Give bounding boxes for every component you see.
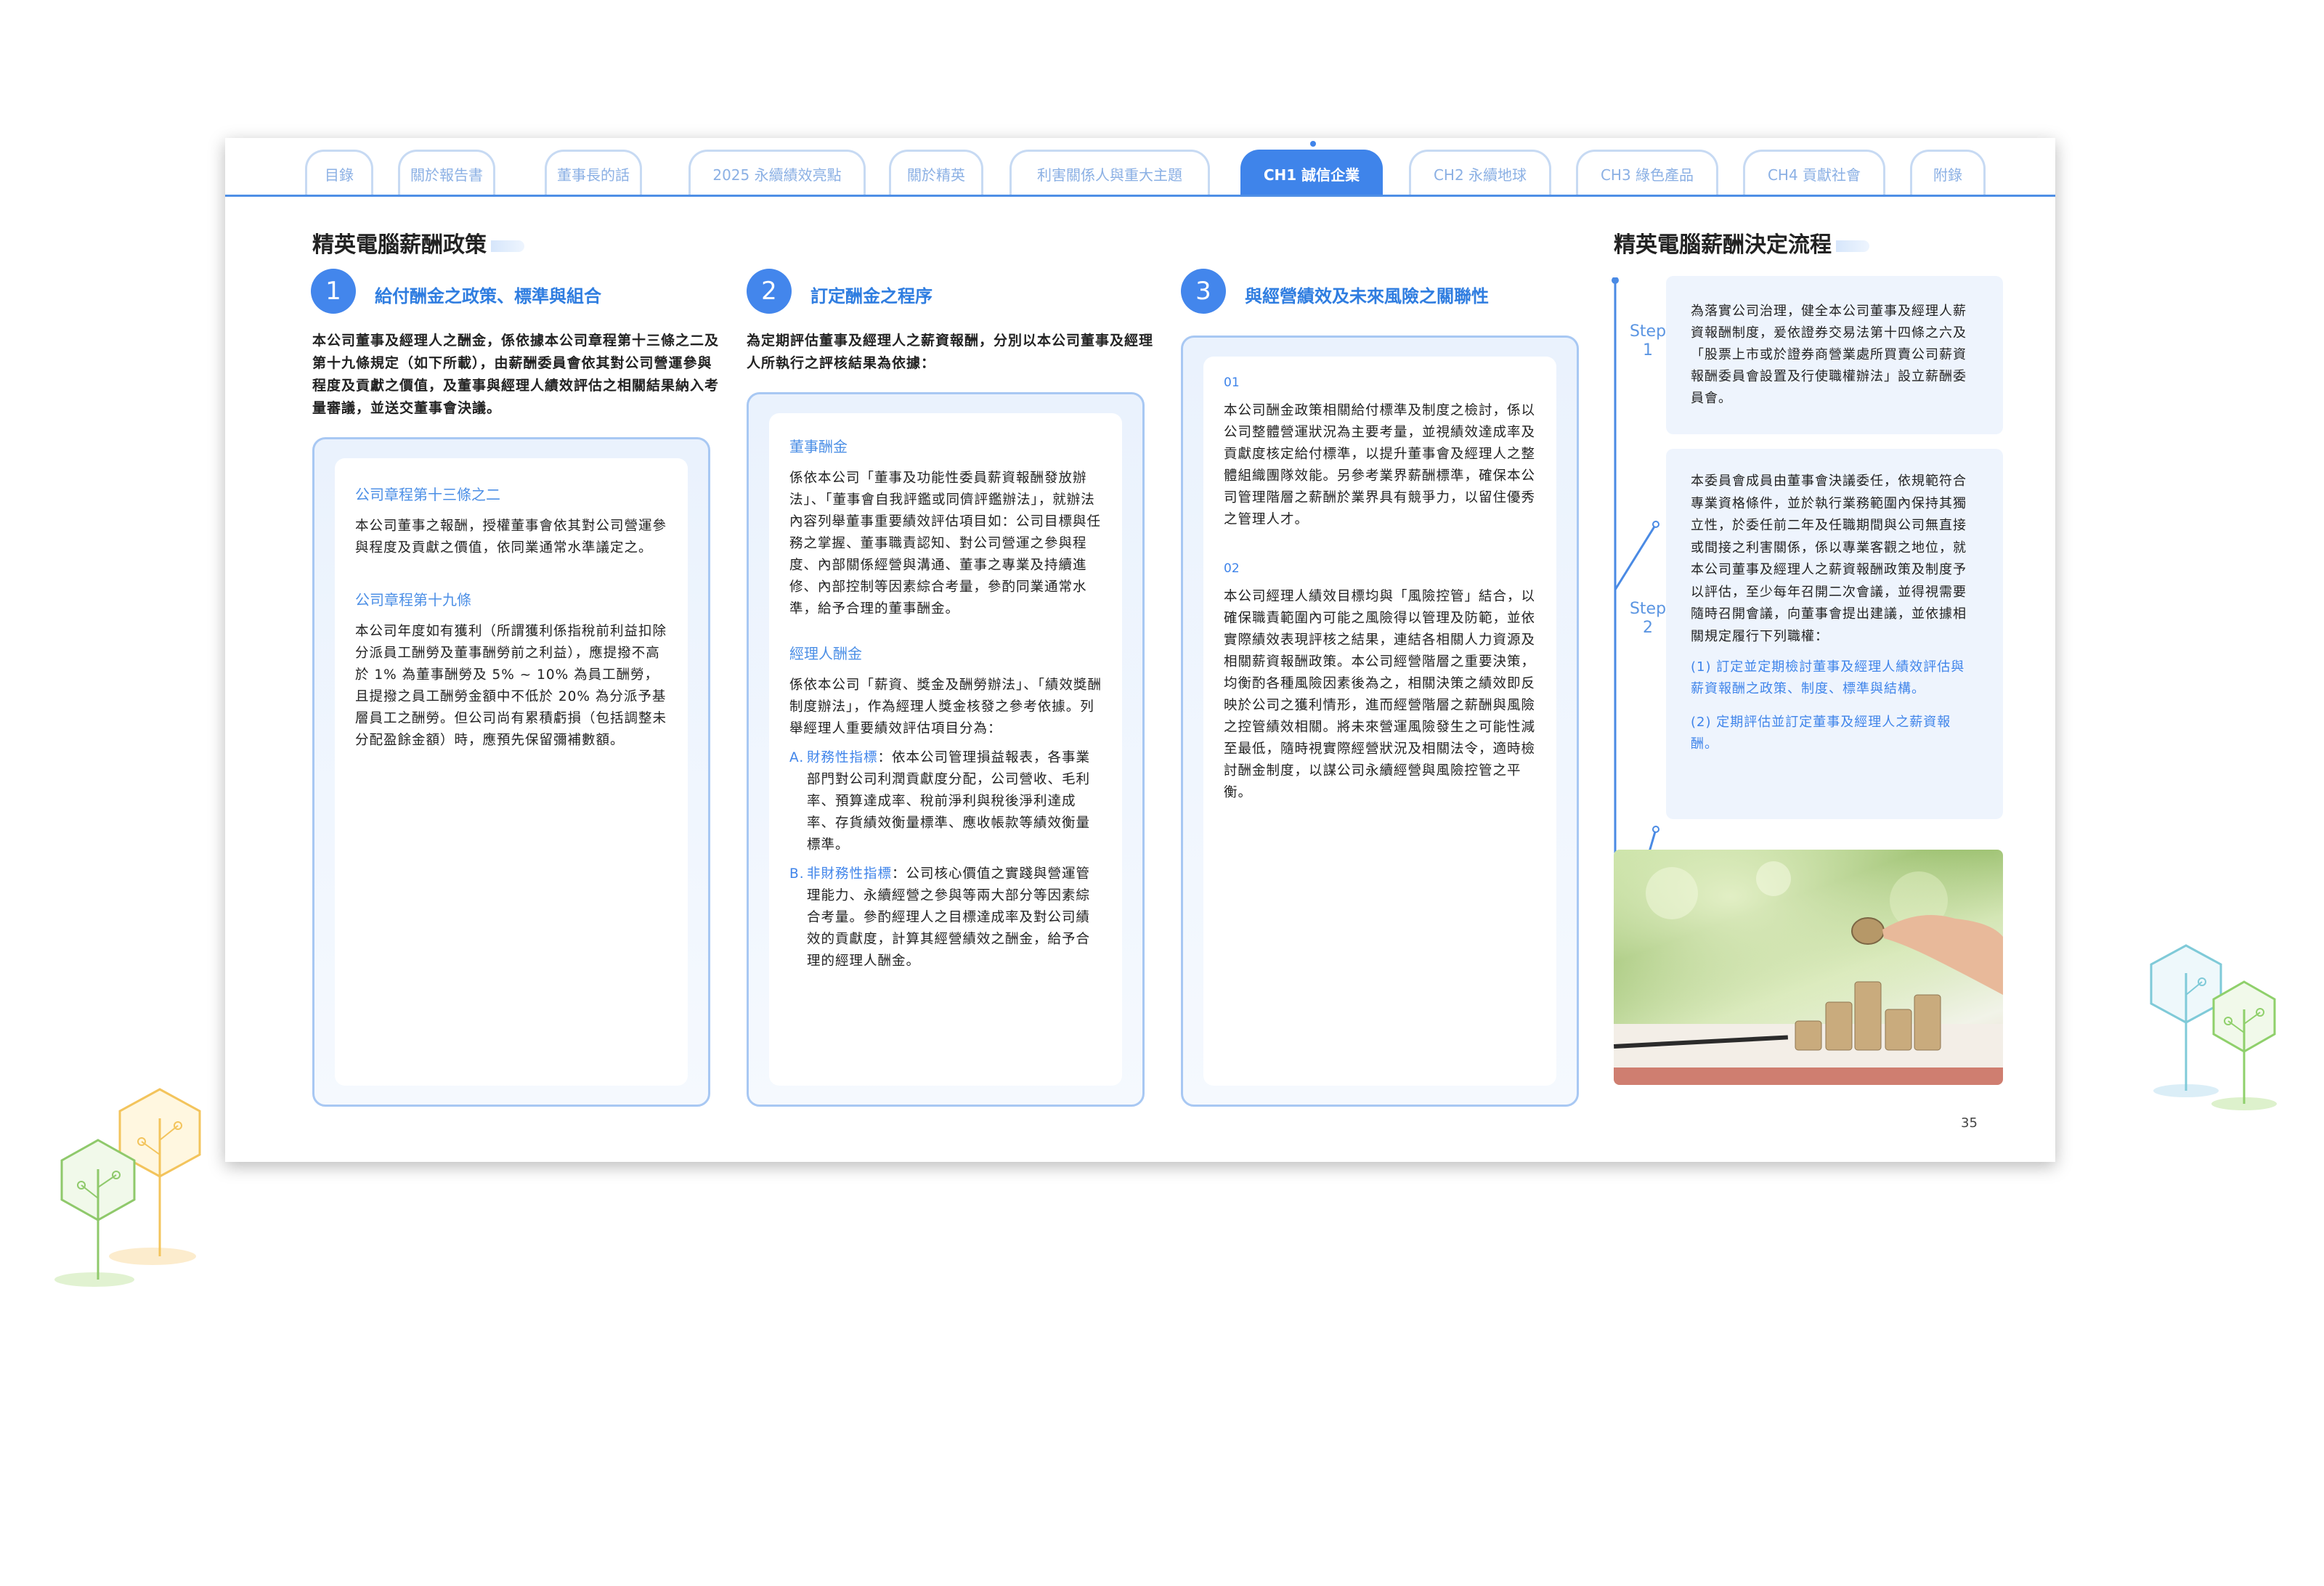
- tab-ch4-society[interactable]: CH4 貢獻社會: [1743, 150, 1885, 196]
- col2-block1-title: 董事酬金: [789, 438, 848, 455]
- tab-about-company[interactable]: 關於精英: [889, 150, 983, 196]
- col3-heading: 與經營績效及未來風險之關聯性: [1245, 286, 1489, 306]
- step-1-box: 為落實公司治理，健全本公司董事及經理人薪資報酬制度，爰依證券交易法第十四條之六及…: [1666, 276, 2003, 434]
- col2-block1-text: 係依本公司「董事及功能性委員薪資報酬發放辦法」、「董事會自我評鑑或同儕評鑑辦法」…: [789, 471, 1102, 617]
- tab-appendix[interactable]: 附錄: [1910, 150, 1986, 196]
- step-2-box: 本委員會成員由董事會決議委任，依規範符合專業資格條件，並於執行業務範圍內保持其獨…: [1666, 449, 2003, 819]
- tab-stakeholders[interactable]: 利害關係人與重大主題: [1009, 150, 1210, 196]
- col3-block1-text: 本公司酬金政策相關給付標準及制度之檢討，係以公司整體營運狀況為主要考量，並視績效…: [1224, 403, 1536, 527]
- col1-block2-text: 本公司年度如有獲利（所謂獲利係指稅前利益扣除分派員工酬勞及董事酬勞前之利益），應…: [355, 624, 667, 748]
- col2-item-b: B. 非財務性指標：公司核心價值之實踐與營運管理能力、永續經營之參與等兩大部分等…: [789, 863, 1102, 972]
- tab-performance-highlights[interactable]: 2025 永續績效亮點: [688, 150, 866, 196]
- item-a-text: ：依本公司管理損益報表，各事業部門對公司利潤貢獻度分配，公司營收、毛利率、預算達…: [807, 750, 1091, 853]
- item-a-label: 財務性指標: [807, 750, 878, 765]
- col1-card: 公司章程第十三條之二 本公司董事之報酬，授權董事會依其對公司營運參與程度及貢獻之…: [312, 437, 710, 1107]
- active-tab-indicator: [1310, 141, 1316, 147]
- col2-block2-title: 經理人酬金: [789, 645, 862, 662]
- tab-ch1-integrity[interactable]: CH1 誠信企業: [1240, 150, 1383, 196]
- col3-card: 01 本公司酬金政策相關給付標準及制度之檢討，係以公司整體營運狀況為主要考量，並…: [1181, 336, 1579, 1107]
- tab-about-report[interactable]: 關於報告書: [398, 150, 495, 196]
- col2-block2-text: 係依本公司「薪資、獎金及酬勞辦法」、「績效獎酬制度辦法」，作為經理人獎金核發之參…: [789, 678, 1102, 736]
- col1-block2-title: 公司章程第十九條: [355, 591, 471, 609]
- step-number-3: 3: [1181, 269, 1226, 314]
- tab-contents[interactable]: 目錄: [305, 150, 373, 196]
- tab-ch2-earth[interactable]: CH2 永續地球: [1409, 150, 1551, 196]
- coins-photo: [1614, 850, 2003, 1085]
- tab-chairman-message[interactable]: 董事長的話: [545, 150, 642, 196]
- page-number: 35: [1961, 1115, 1978, 1131]
- section-title-text: 精英電腦薪酬政策: [312, 232, 487, 258]
- col3-block2-number: 02: [1224, 561, 1240, 576]
- col1-heading: 給付酬金之政策、標準與組合: [375, 286, 601, 306]
- col2-intro: 為定期評估董事及經理人之薪資報酬，分別以本公司董事及經理人所執行之評核結果為依據…: [747, 333, 1154, 371]
- tab-ch3-green[interactable]: CH3 綠色產品: [1576, 150, 1718, 196]
- item-b-label: 非財務性指標: [807, 866, 893, 882]
- report-page: 目錄 關於報告書 董事長的話 2025 永續績效亮點 關於精英 利害關係人與重大…: [225, 138, 2055, 1162]
- list-marker-b: B.: [789, 866, 805, 882]
- col1-block1-text: 本公司董事之報酬，授權董事會依其對公司營運參與程度及貢獻之價值，依同業通常水準議…: [355, 518, 667, 556]
- col2-card: 董事酬金 係依本公司「董事及功能性委員薪資報酬發放辦法」、「董事會自我評鑑或同儕…: [747, 392, 1145, 1107]
- col2-heading: 訂定酬金之程序: [810, 286, 933, 306]
- col3-block2-text: 本公司經理人績效目標均與「風險控管」結合，以確保職責範圍內可能之風險得以管理及防…: [1224, 589, 1536, 800]
- tree-decoration-left: [54, 1088, 201, 1287]
- section-title-left: 精英電腦薪酬政策: [312, 227, 524, 259]
- step-number-2: 2: [747, 269, 792, 314]
- title-accent-bar-right: [1836, 240, 1869, 252]
- section-title-right: 精英電腦薪酬決定流程: [1614, 227, 1869, 259]
- col1-block1-title: 公司章程第十三條之二: [355, 486, 500, 503]
- title-accent-bar: [491, 240, 524, 252]
- chapter-nav: 目錄 關於報告書 董事長的話 2025 永續績效亮點 關於精英 利害關係人與重大…: [225, 138, 2055, 198]
- tree-decoration-right: [2150, 944, 2277, 1110]
- step-1-text: 為落實公司治理，健全本公司董事及經理人薪資報酬制度，爰依證券交易法第十四條之六及…: [1691, 304, 1967, 406]
- step-2-item-1: (1) 訂定並定期檢討董事及經理人績效評估與薪資報酬之政策、制度、標準與結構。: [1691, 659, 1965, 696]
- section-title-right-text: 精英電腦薪酬決定流程: [1614, 232, 1832, 258]
- step-2-item-2: (2) 定期評估並訂定董事及經理人之薪資報酬。: [1691, 715, 1951, 752]
- coins-illustration: [1614, 850, 2003, 1085]
- nav-underline: [225, 195, 2055, 197]
- col1-intro: 本公司董事及經理人之酬金，係依據本公司章程第十三條之二及第十九條規定（如下所載）…: [312, 333, 720, 416]
- col2-item-a: A. 財務性指標：依本公司管理損益報表，各事業部門對公司利潤貢獻度分配，公司營收…: [789, 747, 1102, 856]
- list-marker-a: A.: [789, 750, 805, 765]
- col3-block1-number: 01: [1224, 375, 1240, 390]
- step-2-text: 本委員會成員由董事會決議委任，依規範符合專業資格條件，並於執行業務範圍內保持其獨…: [1691, 473, 1967, 644]
- item-b-text: ：公司核心價值之實踐與營運管理能力、永續經營之參與等兩大部分等因素綜合考量。參酌…: [807, 866, 1091, 969]
- step-number-1: 1: [311, 269, 356, 314]
